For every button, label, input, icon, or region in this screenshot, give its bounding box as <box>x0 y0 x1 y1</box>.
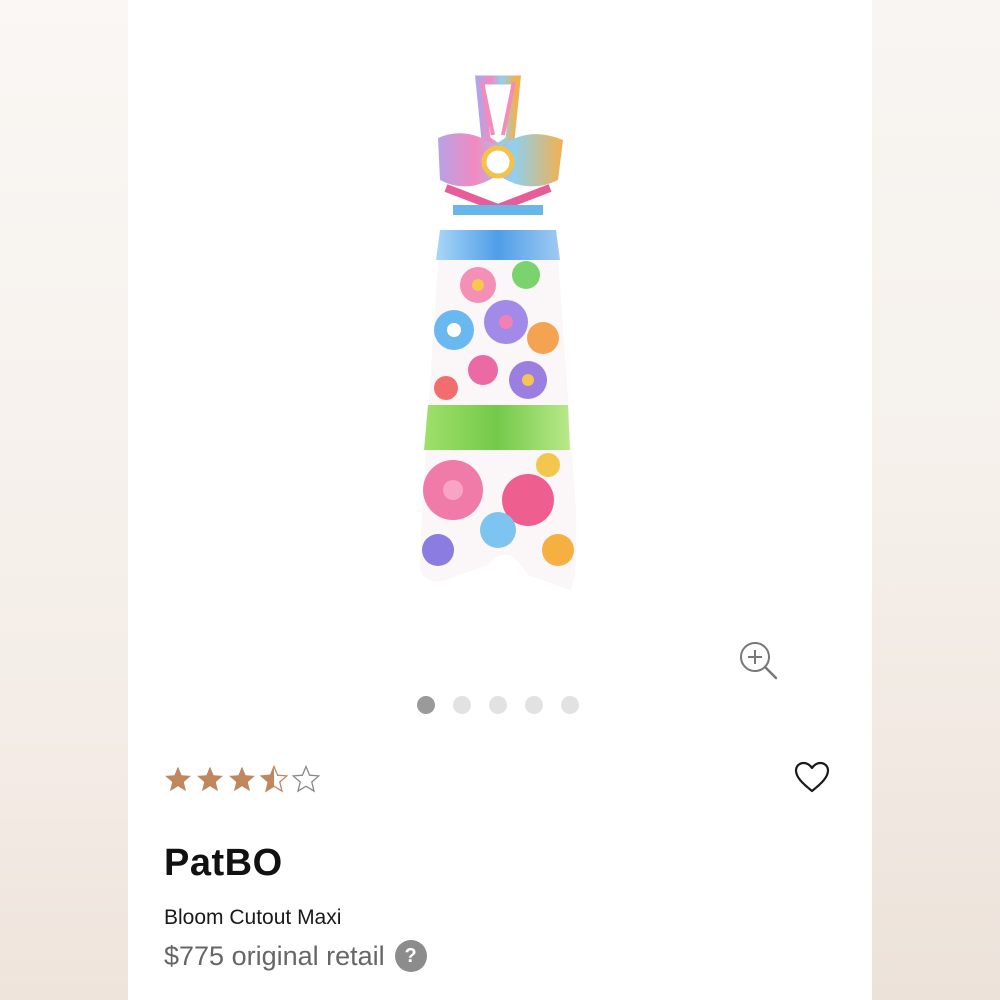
product-name: Bloom Cutout Maxi <box>164 906 342 929</box>
brand-name[interactable]: PatBO <box>164 842 283 885</box>
star-half-icon <box>260 762 288 796</box>
zoom-button[interactable] <box>736 638 780 682</box>
star-rating <box>164 762 320 796</box>
question-mark-icon[interactable]: ? <box>394 940 427 972</box>
price: $775 original retail <box>164 940 385 971</box>
star-full-icon <box>196 762 224 796</box>
product-image[interactable] <box>398 70 598 600</box>
product-card: PatBO Bloom Cutout Maxi $775 original re… <box>128 0 872 1000</box>
carousel-dot-3[interactable] <box>489 696 507 714</box>
background-left <box>0 0 128 1000</box>
carousel-dot-4[interactable] <box>525 696 543 714</box>
heart-icon <box>794 761 830 793</box>
background-right <box>872 0 1000 1000</box>
zoom-in-icon <box>740 642 778 680</box>
favorite-button[interactable] <box>792 758 832 796</box>
carousel-dot-2[interactable] <box>453 696 471 714</box>
price-row: $775 original retail ? <box>164 940 427 972</box>
star-empty-icon <box>292 762 320 796</box>
carousel-indicator <box>417 696 579 714</box>
star-full-icon <box>164 762 192 796</box>
carousel-dot-5[interactable] <box>561 696 579 714</box>
carousel-dot-1[interactable] <box>417 696 435 714</box>
star-full-icon <box>228 762 256 796</box>
